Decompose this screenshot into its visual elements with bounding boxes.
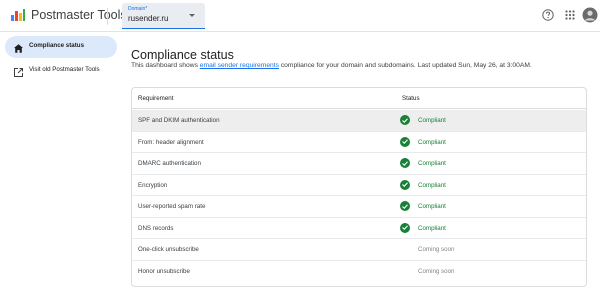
check-circle-icon [400, 115, 410, 125]
requirement-cell: From: header alignment [138, 138, 204, 146]
check-circle-icon [400, 222, 410, 233]
apps-grid-icon[interactable] [563, 8, 577, 22]
description-suffix: compliance for your domain and subdomain… [278, 62, 532, 69]
requirement-cell: SPF and DKIM authentication [138, 117, 220, 124]
status-cell: Compliant [418, 117, 446, 124]
table-row[interactable]: From: header alignment Compliant [132, 132, 586, 153]
sidebar-item-label: Compliance status [29, 42, 85, 49]
sidebar-item-label: Visit old Postmaster Tools [29, 66, 100, 73]
email-sender-requirements-link[interactable]: email sender requirements [200, 62, 279, 69]
sidebar-item-compliance-status[interactable]: Compliance status [5, 36, 117, 58]
requirement-cell: DMARC authentication [138, 160, 201, 167]
column-header-status: Status [402, 95, 420, 102]
table-row[interactable]: One-click unsubscribe Coming soon [132, 239, 586, 261]
status-cell: Coming soon [418, 246, 455, 253]
status-cell: Compliant [418, 203, 446, 210]
open-external-icon [13, 65, 24, 77]
table-row[interactable]: User-reported spam rate Compliant [132, 196, 586, 218]
header-divider [107, 8, 108, 25]
requirement-cell: One-click unsubscribe [138, 246, 199, 253]
page-description: This dashboard shows email sender requir… [131, 62, 532, 69]
requirement-cell: User-reported spam rate [138, 203, 206, 210]
app-title[interactable]: Postmaster Tools [31, 8, 127, 22]
check-circle-icon [400, 158, 410, 168]
table-row[interactable]: DNS records Compliant [132, 218, 586, 239]
sidebar-item-visit-old-postmaster[interactable]: Visit old Postmaster Tools [5, 60, 117, 82]
home-icon [13, 41, 24, 53]
table-row[interactable]: DMARC authentication Compliant [132, 153, 586, 175]
status-cell: Compliant [418, 181, 446, 189]
check-circle-icon [400, 201, 410, 211]
caret-down-icon [189, 14, 195, 17]
status-cell: Compliant [418, 160, 446, 167]
table-row[interactable]: Honor unsubscribe Coming soon [132, 261, 586, 283]
status-cell: Coming soon [418, 267, 455, 275]
account-avatar-icon[interactable] [582, 7, 598, 23]
check-circle-icon [400, 179, 410, 190]
table-header-row: Requirement Status [132, 88, 586, 109]
domain-select-label: Domain* [128, 6, 148, 12]
column-header-requirement: Requirement [138, 95, 174, 102]
table-row[interactable]: SPF and DKIM authentication Compliant [132, 110, 586, 132]
domain-select-value: rusender.ru [128, 14, 169, 23]
domain-select[interactable]: Domain* rusender.ru [122, 3, 205, 29]
sidebar-nav: Compliance status Visit old Postmaster T… [0, 33, 121, 294]
page-title: Compliance status [131, 48, 234, 62]
requirement-cell: Encryption [138, 181, 168, 189]
status-cell: Compliant [418, 138, 446, 146]
check-circle-icon [400, 136, 410, 147]
requirement-cell: DNS records [138, 224, 174, 232]
postmaster-logo-icon [10, 8, 26, 22]
top-app-bar: Postmaster Tools Domain* rusender.ru [0, 0, 600, 32]
compliance-table: Requirement Status SPF and DKIM authenti… [131, 87, 587, 287]
requirement-cell: Honor unsubscribe [138, 267, 190, 275]
help-icon[interactable] [541, 8, 555, 22]
status-cell: Compliant [418, 224, 446, 232]
description-prefix: This dashboard shows [131, 62, 200, 69]
table-row[interactable]: Encryption Compliant [132, 175, 586, 196]
